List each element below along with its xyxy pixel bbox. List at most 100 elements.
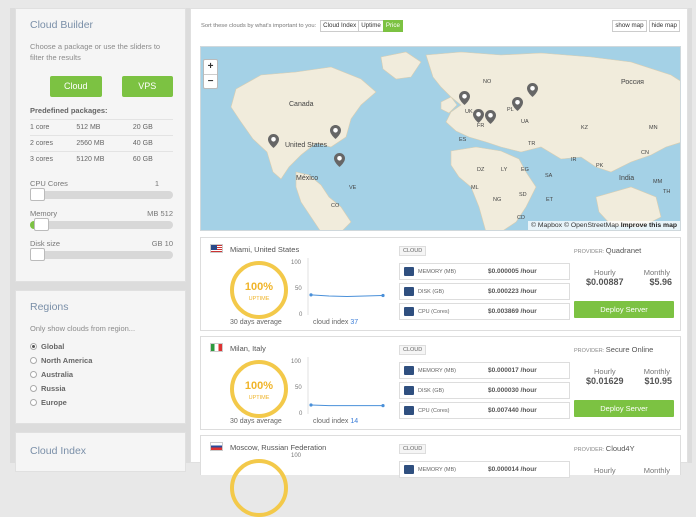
packages-table: 1 core 512 MB 20 GB 2 cores 2560 MB 40 GB 3 … [30, 119, 173, 167]
monthly-label: Monthly [643, 466, 670, 475]
cloud-index-label: cloud index [313, 319, 349, 326]
radio-icon[interactable] [30, 385, 37, 392]
sort-cloud-index-button[interactable]: Cloud Index [320, 20, 360, 32]
cpu-price: $0.007440 /hour [488, 407, 537, 414]
disk-slider[interactable] [30, 248, 173, 261]
region-option-russia[interactable]: Russia [30, 384, 173, 393]
provider: PROVIDER: Quadranet [574, 246, 641, 255]
map-pin-icon[interactable] [268, 134, 279, 148]
price-summary: Hourly Monthly [574, 466, 674, 475]
map-pin-icon[interactable] [334, 153, 345, 167]
uptime-gauge: 100% UPTIME [230, 360, 288, 418]
memory-slider-handle[interactable] [34, 218, 49, 231]
region-option-europe[interactable]: Europe [30, 398, 173, 407]
provider: PROVIDER: Cloud4Y [574, 444, 635, 453]
cloud-index-number: 37 [350, 319, 359, 326]
package-memory: 5120 MB [76, 151, 133, 167]
price-summary: Hourly Monthly $0.01629 $10.95 [574, 367, 674, 386]
zoom-out-button[interactable]: − [204, 74, 217, 88]
memory-slider[interactable] [30, 218, 173, 231]
provider-label: PROVIDER: [574, 348, 605, 354]
cloud-index-sparkline: 100 50 0 [291, 258, 385, 318]
provider-name: Secure Online [605, 345, 654, 354]
region-option-north-america[interactable]: North America [30, 356, 173, 365]
hourly-label: Hourly [594, 466, 616, 475]
cpu-slider-handle[interactable] [30, 188, 45, 201]
map-pin-icon[interactable] [527, 83, 538, 97]
cloud-card: Moscow, Russian Federation 100 CLOUD MEM… [200, 435, 681, 517]
axis-label-0: 0 [299, 411, 303, 417]
disk-price-row: DISK (GB) $0.000223 /hour [399, 283, 570, 300]
map-pin-icon[interactable] [485, 110, 496, 124]
memory-icon [404, 267, 414, 276]
memory-label: Memory [30, 209, 58, 218]
map-pin-icon[interactable] [512, 97, 523, 111]
cpu-slider[interactable] [30, 188, 173, 201]
sort-price-button[interactable]: Price [382, 20, 403, 32]
cloud-builder-title: Cloud Builder [30, 19, 94, 31]
hide-map-button[interactable]: hide map [648, 20, 680, 32]
map-label: SA [545, 173, 553, 179]
vps-button[interactable]: VPS [121, 76, 173, 97]
disk-label: DISK (GB) [418, 288, 444, 295]
cloud-location: Miami, United States [230, 245, 300, 254]
cloud-index-title: Cloud Index [30, 445, 87, 457]
russia-flag-icon [210, 442, 223, 451]
package-row[interactable]: 1 core 512 MB 20 GB [30, 119, 173, 136]
provider-label: PROVIDER: [574, 447, 605, 453]
map-label: ES [459, 137, 467, 143]
map-pin-icon[interactable] [330, 125, 341, 139]
map-label: MM [653, 179, 663, 185]
memory-icon [404, 366, 414, 375]
provider-label: PROVIDER: [574, 249, 605, 255]
regions-description: Only show clouds from region... [30, 324, 136, 333]
radio-checked-icon[interactable] [30, 343, 37, 350]
regions-title: Regions [30, 301, 69, 313]
deploy-server-button[interactable]: Deploy Server [574, 400, 674, 417]
axis-label-100: 100 [291, 453, 302, 459]
provider-name: Cloud4Y [605, 444, 635, 453]
cpu-icon [404, 406, 414, 415]
show-map-button[interactable]: show map [612, 20, 647, 32]
disk-slider-handle[interactable] [30, 248, 45, 261]
radio-icon[interactable] [30, 399, 37, 406]
sort-uptime-button[interactable]: Uptime [358, 20, 384, 32]
package-row[interactable]: 3 cores 5120 MB 60 GB [30, 151, 173, 167]
hourly-price: $0.00887 [586, 277, 624, 287]
hourly-label: Hourly [594, 268, 616, 277]
cloud-index-sparkline: 100 50 0 [291, 357, 385, 417]
osm-link[interactable]: © OpenStreetMap [564, 222, 619, 229]
package-row[interactable]: 2 cores 2560 MB 40 GB [30, 135, 173, 152]
map-label: TH [663, 189, 671, 195]
zoom-in-button[interactable]: + [204, 60, 217, 74]
region-label: Australia [41, 370, 74, 379]
uptime-gauge: 100% UPTIME [230, 261, 288, 319]
deploy-server-button[interactable]: Deploy Server [574, 301, 674, 318]
map-pin-icon[interactable] [459, 91, 470, 105]
improve-map-link[interactable]: Improve this map [621, 222, 677, 229]
map-label: NG [493, 197, 502, 203]
disk-price: $0.000030 /hour [488, 387, 537, 394]
cloud-builder-description: Choose a package or use the sliders to f… [30, 42, 161, 62]
cpu-label: CPU (Cores) [418, 308, 450, 315]
monthly-label: Monthly [643, 268, 670, 277]
uptime-label: UPTIME [248, 296, 270, 302]
memory-label: MEMORY (MB) [418, 268, 456, 275]
hourly-price: $0.01629 [586, 376, 624, 386]
mapbox-link[interactable]: © Mapbox [531, 222, 562, 229]
radio-icon[interactable] [30, 371, 37, 378]
disk-label: DISK (GB) [418, 387, 444, 394]
world-map[interactable]: + − Canada United States México Россия I… [200, 46, 681, 231]
cloud-button[interactable]: Cloud [50, 76, 102, 97]
uptime-period: 30 days average [230, 418, 282, 425]
region-option-australia[interactable]: Australia [30, 370, 173, 379]
region-option-global[interactable]: Global [30, 342, 173, 351]
map-label: LY [501, 167, 508, 173]
sort-toolbar: Sort these clouds by what's important to… [201, 19, 680, 33]
map-label: CO [331, 203, 340, 209]
radio-icon[interactable] [30, 357, 37, 364]
cloud-builder-panel: Cloud Builder Choose a package or use th… [15, 8, 186, 282]
cloud-index-number: 14 [350, 418, 359, 425]
map-pin-icon[interactable] [473, 109, 484, 123]
sparkline-point [309, 293, 313, 297]
